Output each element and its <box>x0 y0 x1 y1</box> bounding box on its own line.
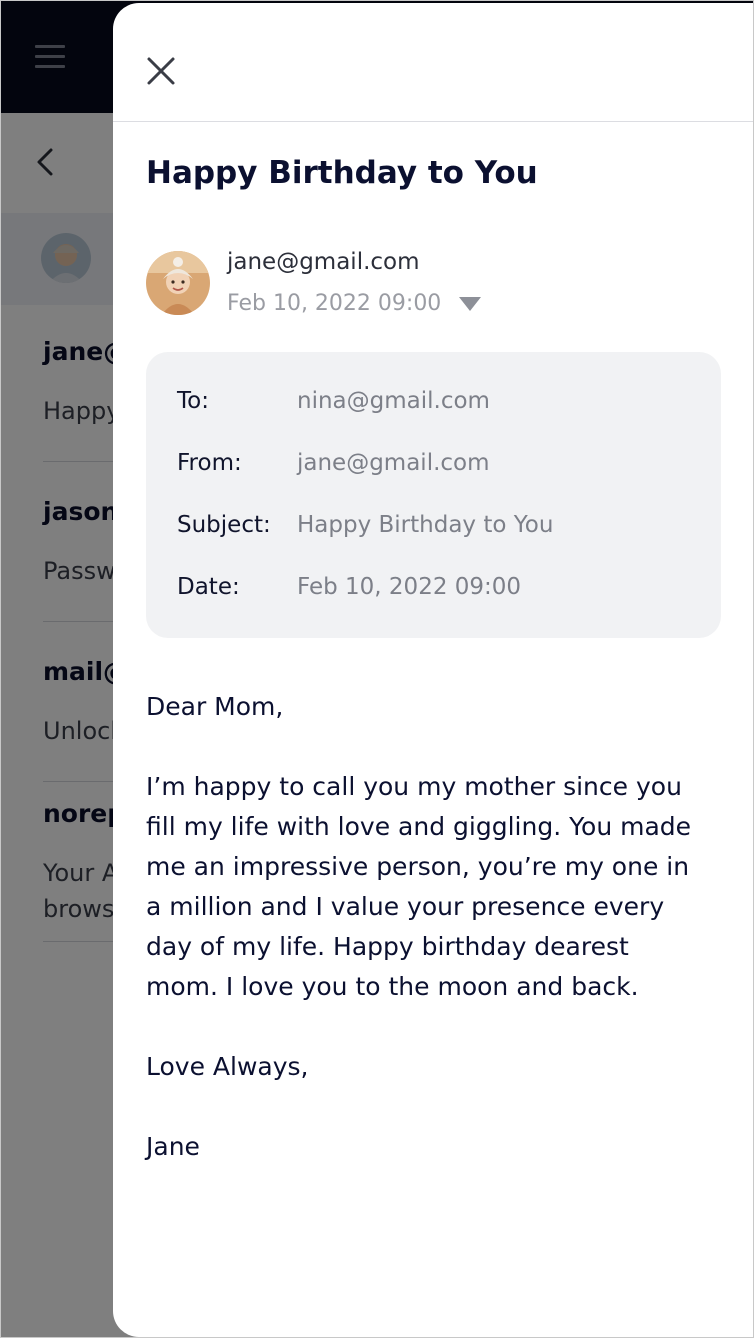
detail-row-from: From: jane@gmail.com <box>177 450 717 490</box>
sender-avatar <box>146 251 210 315</box>
email-subject-title: Happy Birthday to You <box>146 155 538 191</box>
body-line: day of my life. Happy birthday dearest <box>146 932 629 961</box>
sent-date: Feb 10, 2022 09:00 <box>227 291 442 316</box>
body-line: mom. I love you to the moon and back. <box>146 972 639 1001</box>
detail-label: Subject: <box>177 512 271 538</box>
detail-value: Feb 10, 2022 09:00 <box>297 574 522 600</box>
detail-row-date: Date: Feb 10, 2022 09:00 <box>177 574 717 614</box>
close-icon[interactable] <box>143 53 179 89</box>
email-body: I’m happy to call you my mother since yo… <box>146 767 736 1007</box>
detail-row-to: To: nina@gmail.com <box>177 388 717 428</box>
email-signature: Jane <box>146 1132 200 1161</box>
body-line: a million and I value your presence ever… <box>146 892 665 921</box>
detail-value: jane@gmail.com <box>297 450 490 476</box>
body-line: I’m happy to call you my mother since yo… <box>146 772 682 801</box>
triangle-down-icon[interactable] <box>457 293 483 315</box>
email-closing: Love Always, <box>146 1052 309 1081</box>
detail-label: From: <box>177 450 242 476</box>
email-detail-panel: Happy Birthday to You jane@gmail.com Feb… <box>113 3 753 1337</box>
email-greeting: Dear Mom, <box>146 692 284 721</box>
app-frame: jane@gmail.com Happy Birthday to You jas… <box>0 0 754 1338</box>
sender-email: jane@gmail.com <box>227 249 420 275</box>
detail-value: nina@gmail.com <box>297 388 490 414</box>
detail-value: Happy Birthday to You <box>297 512 554 538</box>
panel-header <box>113 3 753 122</box>
body-line: me an impressive person, you’re my one i… <box>146 852 690 881</box>
email-details-box: To: nina@gmail.com From: jane@gmail.com … <box>146 352 721 638</box>
detail-row-subject: Subject: Happy Birthday to You <box>177 512 717 552</box>
detail-label: To: <box>177 388 209 414</box>
detail-label: Date: <box>177 574 240 600</box>
body-line: fill my life with love and giggling. You… <box>146 812 692 841</box>
